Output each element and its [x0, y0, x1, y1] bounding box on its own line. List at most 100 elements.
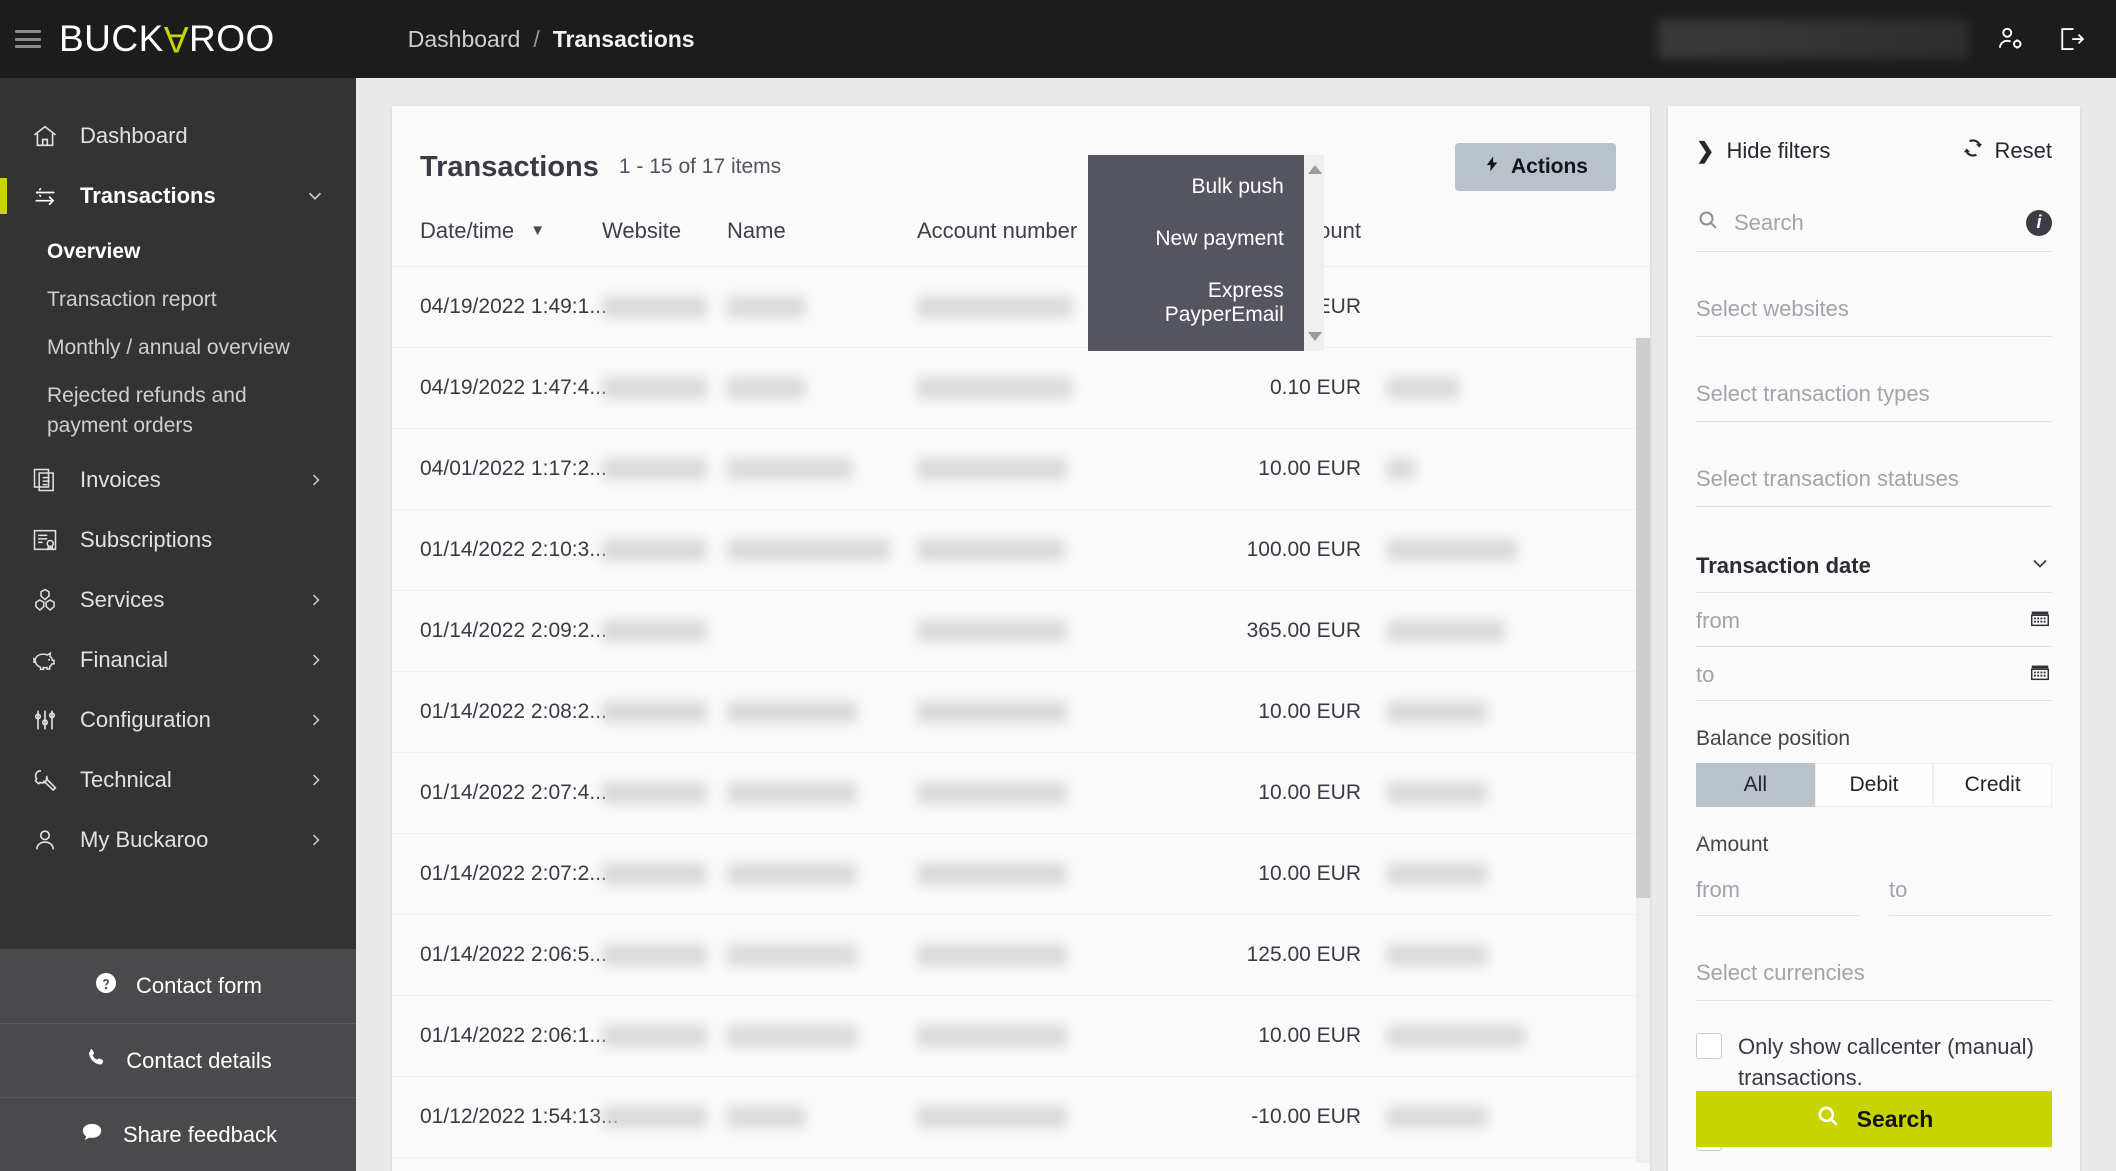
menu-item-new-payment[interactable]: New payment: [1088, 213, 1304, 265]
sidebar-item-label: Dashboard: [80, 123, 188, 148]
actions-button[interactable]: Actions: [1454, 143, 1616, 191]
breadcrumb-parent[interactable]: Dashboard: [408, 26, 521, 53]
select-transaction-statuses-field[interactable]: Select transaction statuses: [1696, 450, 2052, 507]
share-feedback-button[interactable]: Share feedback: [0, 1097, 356, 1171]
select-transaction-statuses-placeholder: Select transaction statuses: [1696, 466, 1959, 491]
column-header-datetime[interactable]: Date/time ▼: [392, 198, 602, 267]
piggybank-icon: [30, 645, 60, 675]
amount-to-input[interactable]: to: [1889, 869, 2052, 916]
column-header-website[interactable]: Website: [602, 198, 727, 267]
search-button[interactable]: Search: [1696, 1091, 2052, 1147]
transfer-icon: [30, 181, 60, 211]
subscriptions-icon: [30, 525, 60, 555]
reset-filters-button[interactable]: Reset: [1961, 136, 2052, 166]
checkbox-only-callcenter[interactable]: Only show callcenter (manual) transactio…: [1696, 1031, 2052, 1093]
brand-logo[interactable]: BUCK A ROO: [59, 18, 275, 60]
hamburger-icon[interactable]: [15, 30, 41, 48]
caret-down-icon[interactable]: [1307, 332, 1322, 341]
logout-icon[interactable]: [2054, 22, 2088, 56]
footer-item-label: Share feedback: [122, 1121, 278, 1147]
sidebar-item-subscriptions[interactable]: Subscriptions: [0, 510, 356, 570]
amount-from-input[interactable]: from: [1696, 869, 1859, 916]
brand-accent-letter: A: [163, 19, 189, 60]
sidebar-item-transactions[interactable]: Transactions: [0, 166, 356, 226]
checkbox-icon[interactable]: [1696, 1033, 1722, 1059]
actions-dropdown-menu: Bulk push New payment Express PayperEmai…: [1088, 155, 1324, 351]
sidebar-item-dashboard[interactable]: Dashboard: [0, 106, 356, 166]
column-header-account-number[interactable]: Account number: [917, 198, 1117, 267]
calendar-icon[interactable]: [2028, 607, 2052, 634]
user-account-field[interactable]: [1658, 19, 1968, 59]
table-row[interactable]: 01/12/2022 1:54:13... -10.00 EUR: [392, 1076, 1650, 1158]
search-button-label: Search: [1856, 1105, 1934, 1132]
search-input[interactable]: Search i: [1696, 192, 2052, 252]
chevron-down-icon: [2028, 551, 2052, 580]
cell-extra: [1387, 428, 1650, 510]
sidebar-item-label: Configuration: [80, 707, 211, 732]
cell-account-number: [917, 833, 1117, 915]
select-transaction-types-field[interactable]: Select transaction types: [1696, 365, 2052, 422]
filters-panel: ❯ Hide filters Reset Search i Select web…: [1668, 106, 2080, 1171]
cell-amount: 10.00 EUR: [1117, 428, 1387, 510]
breadcrumb-current: Transactions: [552, 25, 695, 52]
sidebar-item-my-buckaroo[interactable]: My Buckaroo: [0, 810, 356, 870]
cell-name: [727, 995, 917, 1077]
contact-details-button[interactable]: Contact details: [0, 1023, 356, 1097]
sidebar-subitem-rejected-refunds[interactable]: Rejected refunds and payment orders: [47, 372, 317, 450]
table-row[interactable]: 01/14/2022 2:09:2... 365.00 EUR: [392, 590, 1650, 672]
date-from-input[interactable]: from: [1696, 593, 2052, 647]
table-row[interactable]: 01/14/2022 2:07:2... 10.00 EUR: [392, 833, 1650, 915]
menu-item-express-payperemail[interactable]: Express PayperEmail: [1088, 265, 1304, 341]
menu-item-bulk-push[interactable]: Bulk push: [1088, 161, 1304, 213]
sidebar-subitem-transaction-report[interactable]: Transaction report: [47, 276, 317, 324]
select-currencies-field[interactable]: Select currencies: [1696, 944, 2052, 1001]
table-row[interactable]: 01/14/2022 2:06:1... 10.00 EUR: [392, 995, 1650, 1077]
breadcrumb-separator: /: [533, 25, 540, 52]
cell-account-number: [917, 590, 1117, 672]
balance-option-all[interactable]: All: [1696, 763, 1815, 807]
select-websites-field[interactable]: Select websites: [1696, 280, 2052, 337]
dropdown-scrollbar[interactable]: [1303, 155, 1324, 351]
table-scrollbar-thumb[interactable]: [1636, 338, 1650, 898]
search-icon: [1815, 1103, 1841, 1135]
contact-form-button[interactable]: Contact form: [0, 949, 356, 1023]
cell-extra: [1387, 347, 1650, 429]
caret-up-icon[interactable]: [1307, 165, 1322, 174]
table-row[interactable]: 01/14/2022 2:06:5... 125.00 EUR: [392, 914, 1650, 996]
user-settings-icon[interactable]: [1994, 22, 2028, 56]
hide-filters-button[interactable]: ❯ Hide filters: [1696, 138, 1830, 164]
transaction-date-section-header[interactable]: Transaction date: [1696, 537, 2052, 593]
cell-amount: 10.00 EUR: [1117, 671, 1387, 753]
brand-name-post: ROO: [189, 18, 275, 59]
sidebar-subitem-overview[interactable]: Overview: [47, 228, 317, 276]
cell-website: [602, 1076, 727, 1158]
balance-option-debit[interactable]: Debit: [1814, 763, 1934, 807]
cell-amount: 100.00 EUR: [1117, 509, 1387, 591]
search-icon: [1696, 208, 1720, 237]
sidebar-nav: Dashboard Transactions Overview Transact…: [0, 78, 356, 870]
table-row[interactable]: 10/12/2021 1:35:34... 10.00 EUR: [392, 1157, 1650, 1163]
cell-name: [727, 671, 917, 753]
item-count: 1 - 15 of 17 items: [618, 155, 782, 178]
table-row[interactable]: 04/01/2022 1:17:2... 10.00 EUR: [392, 428, 1650, 510]
table-row[interactable]: 04/19/2022 1:47:4... 0.10 EUR: [392, 347, 1650, 429]
column-header-name[interactable]: Name: [727, 198, 917, 267]
table-row[interactable]: 01/14/2022 2:07:4... 10.00 EUR: [392, 752, 1650, 834]
sidebar-item-invoices[interactable]: Invoices: [0, 450, 356, 510]
table-row[interactable]: 01/14/2022 2:08:2... 10.00 EUR: [392, 671, 1650, 753]
sidebar-item-configuration[interactable]: Configuration: [0, 690, 356, 750]
invoices-icon: [30, 465, 60, 495]
date-to-input[interactable]: to: [1696, 647, 2052, 701]
table-row[interactable]: 01/14/2022 2:10:3... 100.00 EUR: [392, 509, 1650, 591]
sidebar-item-technical[interactable]: Technical: [0, 750, 356, 810]
sidebar-subitem-monthly-annual-overview[interactable]: Monthly / annual overview: [47, 324, 317, 372]
balance-option-credit[interactable]: Credit: [1933, 763, 2053, 807]
table-row[interactable]: 04/19/2022 1:49:1... 0.10 EUR: [392, 266, 1650, 348]
sidebar-item-services[interactable]: Services: [0, 570, 356, 630]
cell-extra: [1387, 833, 1650, 915]
chevron-right-icon: [306, 770, 326, 790]
sidebar-item-financial[interactable]: Financial: [0, 630, 356, 690]
table-scrollbar[interactable]: [1636, 338, 1650, 1163]
info-icon[interactable]: i: [2026, 209, 2052, 236]
calendar-icon[interactable]: [2028, 661, 2052, 688]
